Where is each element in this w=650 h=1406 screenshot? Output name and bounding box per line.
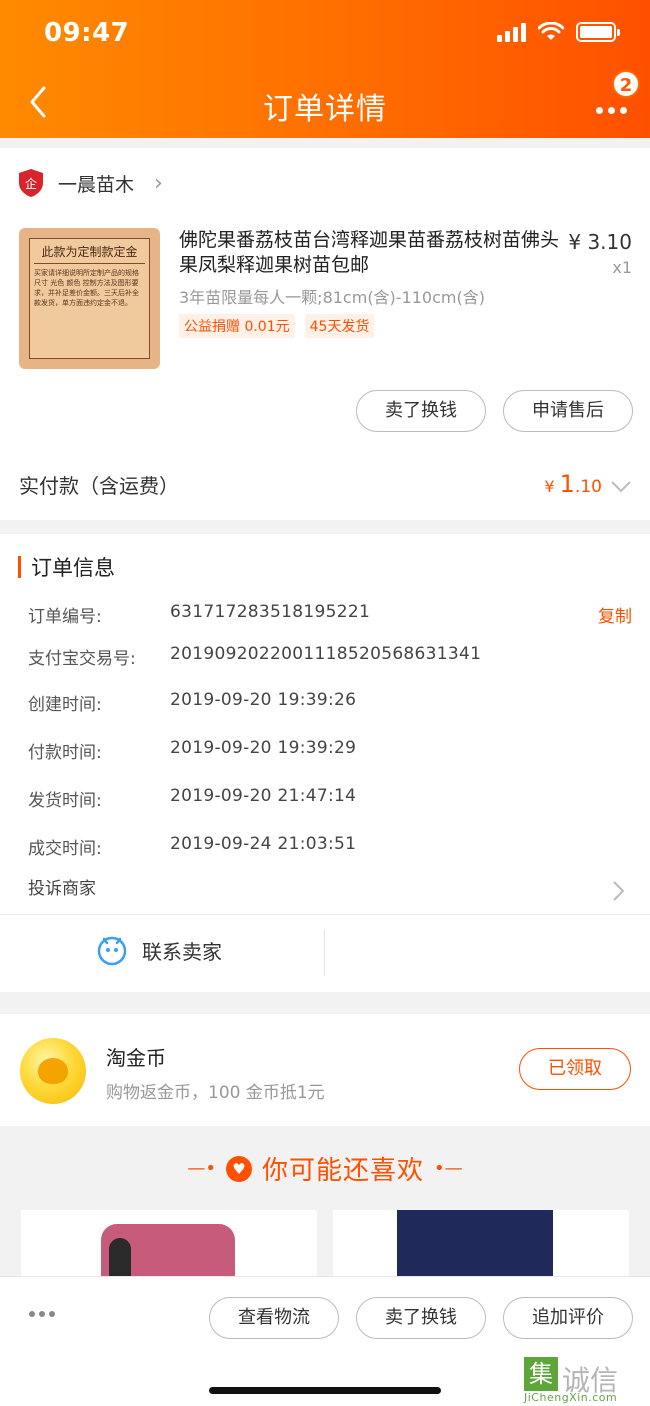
sell-button[interactable]: 卖了换钱 [356, 1297, 486, 1339]
signal-icon [497, 22, 526, 42]
chat-icon [97, 936, 127, 966]
copy-button[interactable]: 复制 [598, 602, 632, 627]
order-info-header: 订单信息 [18, 552, 115, 582]
contact-seller-label: 联系卖家 [142, 939, 222, 964]
shop-row[interactable]: 企 一晨苗木 › [18, 168, 163, 198]
watermark-logo: 集 诚信 JiChengXin.com [524, 1357, 644, 1404]
info-value: 2019-09-20 21:47:14 [170, 786, 357, 806]
bottom-action-bar: 查看物流 卖了换钱 追加评价 集 诚信 JiChengXin.com [0, 1276, 650, 1406]
claimed-button[interactable]: 已领取 [519, 1048, 631, 1090]
product-image[interactable]: 此款为定制款定金 买家请详细说明所定制产品的规格尺寸 光色 颜色 控制方法及图形… [19, 228, 160, 369]
recommend-header: —• ♥ 你可能还喜欢 •— [0, 1150, 650, 1187]
chevron-down-icon[interactable] [610, 480, 632, 494]
product-spec: 3年苗限量每人一颗;81cm(含)-110cm(含) [179, 288, 485, 307]
info-label: 发货时间: [28, 791, 102, 811]
divider [324, 930, 325, 976]
decor-line: •— [434, 1158, 463, 1179]
product-tags: 公益捐赠 0.01元 45天发货 [179, 314, 375, 338]
shop-name: 一晨苗木 [58, 173, 135, 196]
heart-icon: ♥ [225, 1155, 252, 1182]
info-value: 2019-09-20 19:39:29 [170, 738, 357, 758]
divider [0, 914, 650, 915]
info-label: 支付宝交易号: [28, 649, 136, 669]
gold-coin-icon [20, 1038, 86, 1104]
complain-merchant[interactable]: 投诉商家 [28, 874, 96, 899]
status-icons [497, 22, 620, 42]
watermark-mark: 集 [524, 1357, 558, 1391]
info-value: 2019-09-24 21:03:51 [170, 834, 357, 854]
paid-label: 实付款（含运费） [19, 474, 179, 498]
battery-icon [576, 22, 620, 42]
info-value: 2019092022001118520568631341 [170, 644, 482, 664]
status-time: 09:47 [44, 18, 130, 48]
coins-subtitle: 购物返金币，100 金币抵1元 [106, 1083, 325, 1103]
product-title[interactable]: 佛陀果番荔枝苗台湾释迦果苗番荔枝树苗佛头果凤梨释迦果树苗包邮 [179, 228, 559, 278]
info-value: 2019-09-20 19:39:26 [170, 690, 357, 710]
tag-shipping: 45天发货 [304, 314, 375, 338]
info-label: 成交时间: [28, 839, 102, 859]
shop-logo-icon: 企 [19, 169, 43, 197]
info-label: 创建时间: [28, 695, 102, 715]
order-info-card: 订单信息 订单编号: 631717283518195221 复制 支付宝交易号:… [0, 534, 650, 992]
order-info-title: 订单信息 [31, 556, 115, 580]
after-sale-button[interactable]: 申请售后 [503, 390, 633, 432]
accent-bar [18, 556, 21, 578]
paid-int: 1 [559, 470, 575, 498]
product-image-text: 买家请详细说明所定制产品的规格尺寸 光色 颜色 控制方法及图形要求，并补足差价金… [34, 269, 139, 307]
page-title: 订单详情 [263, 92, 387, 127]
chevron-right-icon: › [154, 170, 163, 196]
wifi-icon [538, 22, 564, 40]
contact-seller-button[interactable]: 联系卖家 [96, 934, 222, 966]
more-icon [596, 107, 627, 114]
product-price: ¥ 3.10 [568, 230, 632, 254]
view-logistics-button[interactable]: 查看物流 [209, 1297, 339, 1339]
paid-dec: .10 [574, 477, 602, 497]
info-label: 订单编号: [28, 607, 102, 627]
more-options-icon[interactable] [29, 1311, 55, 1317]
tag-donation: 公益捐赠 0.01元 [179, 314, 295, 338]
product-image-title: 此款为定制款定金 [34, 243, 145, 264]
recommend-title: 你可能还喜欢 [261, 1156, 424, 1186]
info-label: 付款时间: [28, 743, 102, 763]
coins-card: 淘金币 购物返金币，100 金币抵1元 已领取 [0, 1014, 650, 1126]
coins-title: 淘金币 [106, 1046, 166, 1070]
chevron-right-icon [613, 881, 625, 901]
header: 09:47 订单详情 2 [0, 0, 650, 138]
paid-currency: ¥ [544, 477, 560, 496]
paid-amount[interactable]: ¥ 1.10 [544, 470, 602, 498]
decor-line: —• [187, 1158, 216, 1179]
info-value: 631717283518195221 [170, 602, 371, 622]
watermark-sub: JiChengXin.com [524, 1391, 618, 1404]
sell-button[interactable]: 卖了换钱 [356, 390, 486, 432]
product-quantity: x1 [612, 258, 632, 277]
order-card: 企 一晨苗木 › 此款为定制款定金 买家请详细说明所定制产品的规格尺寸 光色 颜… [0, 148, 650, 520]
message-badge: 2 [612, 70, 640, 98]
svg-text:企: 企 [25, 176, 37, 191]
add-review-button[interactable]: 追加评价 [503, 1297, 633, 1339]
home-indicator[interactable] [209, 1387, 441, 1394]
